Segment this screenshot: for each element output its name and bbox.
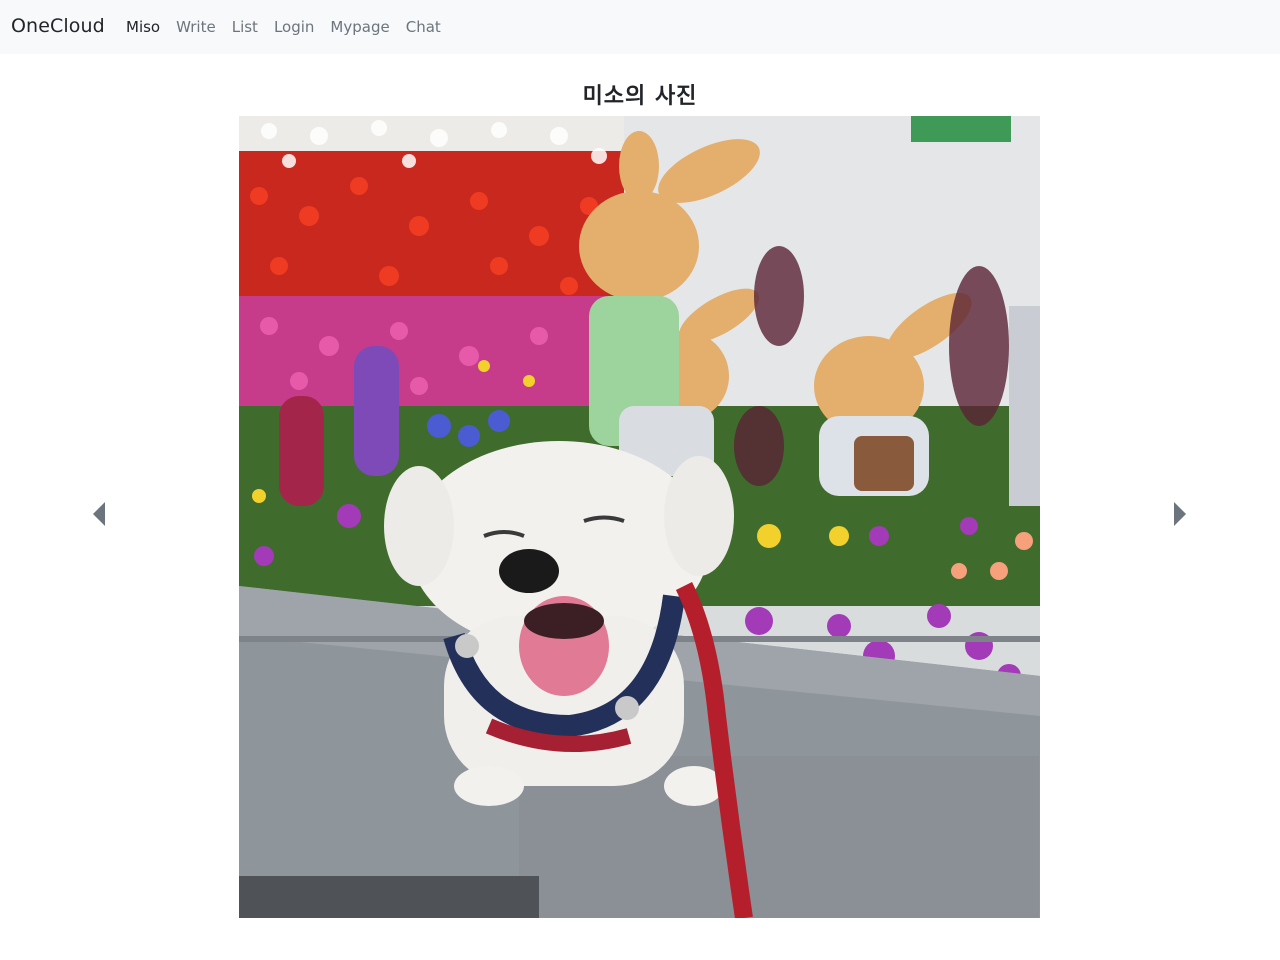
carousel-next-button[interactable] [1165, 500, 1195, 528]
carousel-prev-button[interactable] [86, 500, 116, 528]
brand-link[interactable]: OneCloud [11, 15, 105, 37]
nav-link-miso[interactable]: Miso [126, 17, 160, 37]
nav-link-list[interactable]: List [232, 17, 258, 37]
nav-link-mypage[interactable]: Mypage [330, 17, 389, 37]
nav-link-login[interactable]: Login [274, 17, 314, 37]
chevron-left-icon [93, 502, 105, 526]
nav-link-chat[interactable]: Chat [406, 17, 441, 37]
photo-carousel[interactable] [239, 116, 1040, 918]
nav-links: Miso Write List Login Mypage Chat [126, 17, 457, 37]
page-title: 미소의 사진 [582, 84, 698, 109]
carousel-slide-image [239, 116, 1040, 918]
top-navbar: OneCloud Miso Write List Login Mypage Ch… [0, 0, 1280, 54]
chevron-right-icon [1174, 502, 1186, 526]
nav-link-write[interactable]: Write [176, 17, 216, 37]
